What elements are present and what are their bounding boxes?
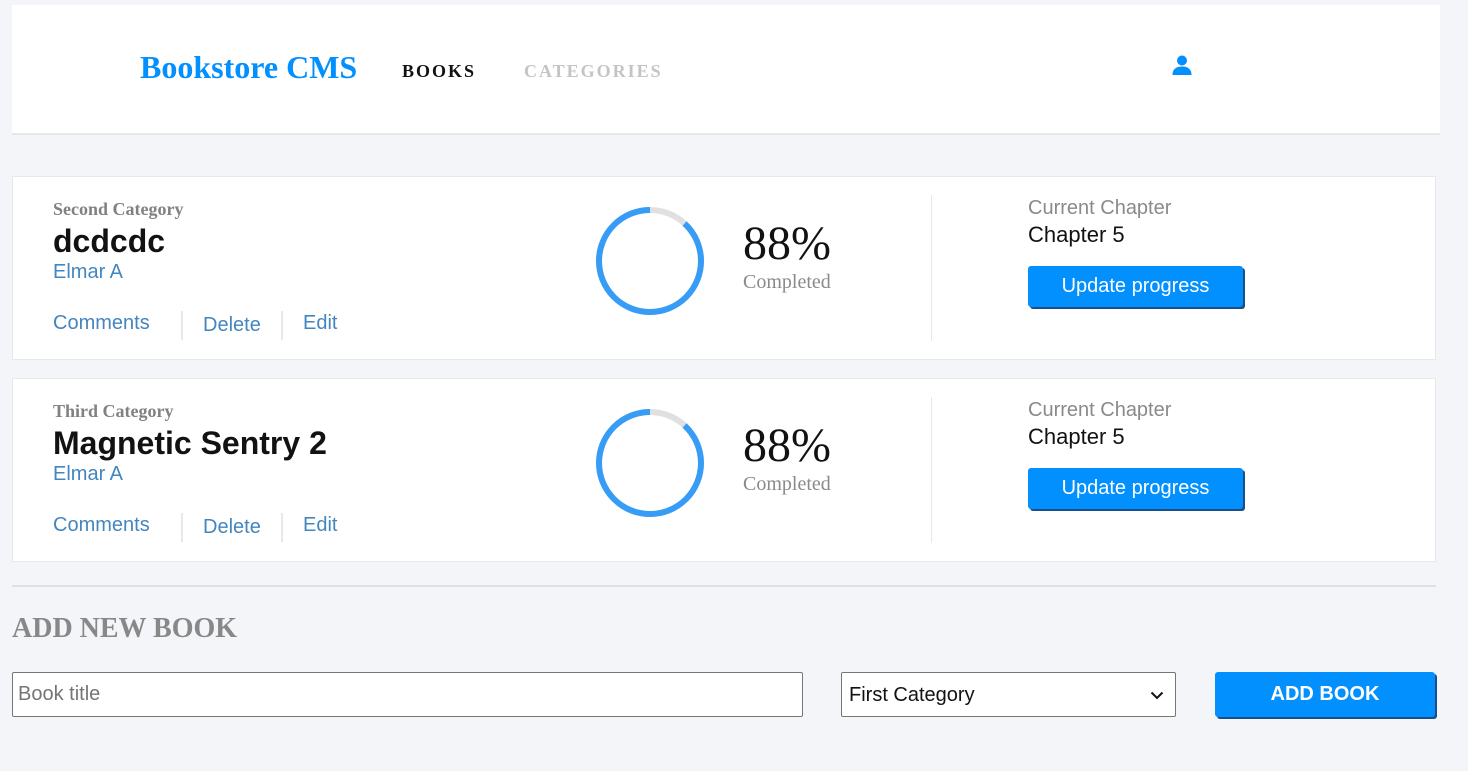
card-divider (931, 397, 932, 543)
book-title: dcdcdc (53, 223, 166, 259)
book-title-input[interactable] (12, 672, 803, 717)
header-panel: Bookstore CMS BOOKS CATEGORIES (12, 5, 1440, 135)
book-category: Second Category (53, 199, 184, 219)
section-divider (12, 585, 1436, 587)
progress-ring (596, 409, 704, 517)
book-card: Second Category dcdcdc Elmar A Comments … (12, 176, 1436, 360)
delete-button[interactable]: Delete (203, 313, 261, 337)
nav-link-categories[interactable]: CATEGORIES (524, 61, 663, 81)
current-chapter-label: Current Chapter (1028, 399, 1172, 421)
nav-link-books[interactable]: BOOKS (402, 61, 476, 81)
edit-button[interactable]: Edit (303, 513, 337, 537)
book-title: Magnetic Sentry 2 (53, 425, 327, 461)
add-book-heading: ADD NEW BOOK (12, 613, 238, 644)
progress-percent: 88% (743, 217, 831, 270)
completed-label: Completed (743, 271, 831, 293)
action-separator (181, 311, 183, 340)
add-book-button[interactable]: ADD BOOK (1215, 672, 1435, 717)
current-chapter-label: Current Chapter (1028, 197, 1172, 219)
current-chapter-value: Chapter 5 (1028, 424, 1125, 449)
update-progress-button[interactable]: Update progress (1028, 266, 1243, 307)
action-separator (281, 311, 283, 340)
completed-label: Completed (743, 473, 831, 495)
comments-button[interactable]: Comments (53, 311, 150, 335)
progress-ring (596, 207, 704, 315)
book-category: Third Category (53, 401, 174, 421)
update-progress-button[interactable]: Update progress (1028, 468, 1243, 509)
user-icon[interactable] (1170, 53, 1194, 77)
comments-button[interactable]: Comments (53, 513, 150, 537)
category-select-value: First Category (849, 684, 975, 706)
current-chapter-value: Chapter 5 (1028, 222, 1125, 247)
category-select[interactable]: First Category (841, 672, 1176, 717)
book-author[interactable]: Elmar A (53, 261, 123, 283)
card-divider (931, 195, 932, 341)
edit-button[interactable]: Edit (303, 311, 337, 335)
chevron-down-icon (1150, 691, 1164, 700)
progress-percent: 88% (743, 419, 831, 472)
action-separator (181, 513, 183, 542)
app-logo[interactable]: Bookstore CMS (140, 47, 357, 87)
book-card: Third Category Magnetic Sentry 2 Elmar A… (12, 378, 1436, 562)
delete-button[interactable]: Delete (203, 515, 261, 539)
book-author[interactable]: Elmar A (53, 463, 123, 485)
action-separator (281, 513, 283, 542)
